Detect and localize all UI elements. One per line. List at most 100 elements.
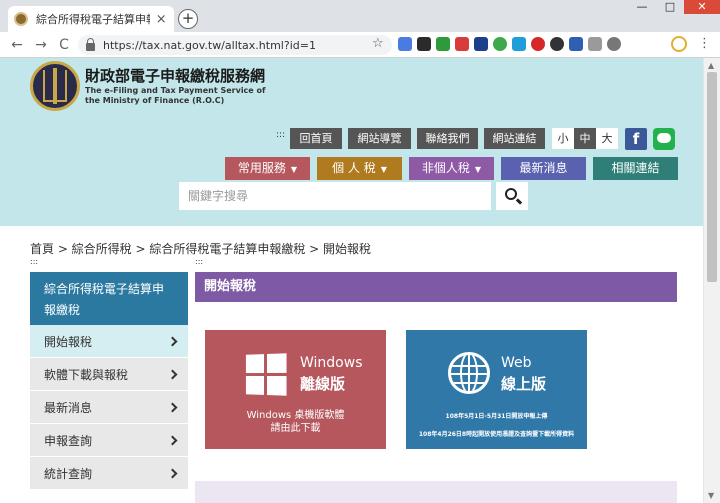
- accesskey-dots[interactable]: :::: [30, 257, 38, 266]
- page-scrollbar[interactable]: ▲ ▼: [703, 58, 720, 503]
- ministry-logo[interactable]: [30, 61, 80, 111]
- dropdown-caret-icon: ▼: [290, 165, 298, 174]
- sidebar-item-label: 最新消息: [44, 400, 93, 415]
- forward-button[interactable]: →: [32, 36, 50, 54]
- card-subtitle: 離線版: [300, 375, 346, 393]
- accesskey-dots[interactable]: :::: [276, 130, 285, 140]
- dropdown-caret-icon: ▼: [380, 165, 387, 174]
- globe-icon: [448, 352, 490, 394]
- chevron-right-icon: [167, 402, 178, 412]
- font-size-large-button[interactable]: 大: [596, 128, 618, 149]
- card-desc-line: Windows 桌機版軟體: [246, 410, 345, 421]
- font-size-small-button[interactable]: 小: [552, 128, 574, 149]
- card-name: Windows: [300, 355, 363, 371]
- pocket-extension-icon[interactable]: [474, 37, 488, 51]
- browser-tabstrip: 綜合所得稅電子結算申報繳稅-開 × + — □ ✕: [0, 0, 720, 32]
- windows-logo-icon: [245, 353, 288, 397]
- sidebar-heading: 綜合所得稅電子結算申報繳稅: [30, 272, 188, 325]
- logo-bar: [53, 68, 57, 104]
- next-section-bar: [195, 481, 677, 503]
- translate-extension-icon[interactable]: [398, 37, 412, 51]
- accesskey-dots[interactable]: :::: [195, 257, 203, 266]
- sidebar-item-software-download[interactable]: 軟體下載與報稅: [30, 358, 188, 391]
- sidebar-item-latest-news[interactable]: 最新消息: [30, 391, 188, 424]
- extension-icon[interactable]: [588, 37, 602, 51]
- chevron-right-icon: [167, 369, 178, 379]
- dropdown-caret-icon: ▼: [474, 165, 482, 174]
- site-subtitle: The e-Filing and Tax Payment Service of …: [85, 86, 266, 105]
- home-link-button[interactable]: 回首頁: [290, 128, 342, 149]
- reload-button[interactable]: C: [55, 36, 73, 54]
- sidebar-item-statistics[interactable]: 統計查詢: [30, 457, 188, 490]
- sitemap-link-button[interactable]: 網站導覽: [348, 128, 411, 149]
- font-size-medium-button[interactable]: 中: [574, 128, 596, 149]
- scroll-down-icon[interactable]: ▼: [708, 491, 714, 500]
- scroll-thumb[interactable]: [707, 72, 717, 282]
- site-title[interactable]: 財政部電子申報繳稅服務網: [85, 65, 265, 86]
- card-name: Web: [501, 355, 532, 371]
- nav-related-links[interactable]: 相關連結: [593, 157, 678, 180]
- chevron-right-icon: [167, 435, 178, 445]
- extension-icon[interactable]: [607, 37, 621, 51]
- nav-label: 相關連結: [611, 161, 660, 175]
- tab-title: 綜合所得稅電子結算申報繳稅-開: [36, 13, 150, 26]
- sidebar-item-filing-inquiry[interactable]: 申報查詢: [30, 424, 188, 457]
- extension-icon[interactable]: [436, 37, 450, 51]
- back-button[interactable]: ←: [8, 36, 26, 54]
- extension-icon[interactable]: [417, 37, 431, 51]
- sidebar-item-label: 統計查詢: [44, 466, 93, 481]
- profile-avatar[interactable]: [671, 36, 687, 52]
- contact-link-button[interactable]: 聯絡我們: [417, 128, 478, 149]
- card-subtitle: 線上版: [501, 375, 547, 393]
- search-input[interactable]: [179, 182, 491, 210]
- lock-icon: [86, 37, 95, 51]
- breadcrumb[interactable]: 首頁 > 綜合所得稅 > 綜合所得稅電子結算申報繳稅 > 開始報稅: [30, 240, 371, 257]
- card-description: Windows 桌機版軟體 請由此下載: [205, 409, 386, 435]
- page-viewport: 財政部電子申報繳稅服務網 The e-Filing and Tax Paymen…: [0, 58, 703, 503]
- links-link-button[interactable]: 網站連結: [484, 128, 545, 149]
- nav-label: 個 人 稅: [332, 161, 376, 175]
- address-bar[interactable]: https://tax.nat.gov.tw/alltax.html?id=1: [78, 35, 392, 55]
- browser-menu-icon[interactable]: ⋮: [698, 36, 711, 51]
- sidebar-item-label: 申報查詢: [44, 433, 93, 448]
- scroll-up-icon[interactable]: ▲: [708, 61, 714, 70]
- download-extension-icon[interactable]: [512, 37, 526, 51]
- close-window-button[interactable]: ✕: [684, 0, 720, 14]
- line-icon[interactable]: [653, 128, 675, 150]
- nav-personal-tax[interactable]: 個 人 稅 ▼: [317, 157, 402, 180]
- extension-icon[interactable]: [550, 37, 564, 51]
- browser-tab[interactable]: 綜合所得稅電子結算申報繳稅-開 ×: [8, 6, 174, 32]
- sidebar-item-start-filing[interactable]: 開始報稅: [30, 325, 188, 358]
- minimize-button[interactable]: —: [628, 0, 656, 14]
- web-online-card[interactable]: Web 線上版 108年5月1日-5月31日開放申報上傳 108年4月26日8時…: [406, 330, 587, 449]
- evernote-extension-icon[interactable]: [493, 37, 507, 51]
- sidebar-item-label: 開始報稅: [44, 334, 93, 349]
- windows-offline-card[interactable]: Windows 離線版 Windows 桌機版軟體 請由此下載: [205, 330, 386, 449]
- bookmark-star-icon[interactable]: ☆: [372, 36, 384, 51]
- gmail-extension-icon[interactable]: [455, 37, 469, 51]
- site-header: 財政部電子申報繳稅服務網 The e-Filing and Tax Paymen…: [0, 58, 703, 226]
- nav-label: 非個人稅: [421, 161, 470, 175]
- page-title: 開始報稅: [195, 272, 677, 302]
- facebook-icon[interactable]: f: [625, 128, 647, 150]
- nav-non-personal-tax[interactable]: 非個人稅 ▼: [409, 157, 494, 180]
- chevron-right-icon: [167, 468, 178, 478]
- nav-common-services[interactable]: 常用服務 ▼: [225, 157, 310, 180]
- nav-label: 最新消息: [519, 161, 568, 175]
- maximize-button[interactable]: □: [656, 0, 684, 14]
- browser-toolbar: ← → C https://tax.nat.gov.tw/alltax.html…: [0, 32, 720, 58]
- card-desc-line: 請由此下載: [270, 423, 321, 434]
- sidebar-item-label: 軟體下載與報稅: [44, 367, 129, 382]
- search-button[interactable]: [496, 182, 528, 210]
- sidebar-menu: 綜合所得稅電子結算申報繳稅 開始報稅 軟體下載與報稅 最新消息 申報查詢 統計查…: [30, 272, 188, 490]
- chevron-right-icon: [167, 336, 178, 346]
- search-icon: [505, 188, 517, 200]
- url-text: https://tax.nat.gov.tw/alltax.html?id=1: [103, 38, 316, 52]
- new-tab-button[interactable]: +: [178, 9, 198, 29]
- extensions-bar: [398, 37, 626, 51]
- nav-latest-news[interactable]: 最新消息: [501, 157, 586, 180]
- camera-extension-icon[interactable]: [569, 37, 583, 51]
- adblock-extension-icon[interactable]: [531, 37, 545, 51]
- tab-close-icon[interactable]: ×: [154, 12, 168, 27]
- card-note: 108年5月1日-5月31日開放申報上傳: [445, 413, 548, 420]
